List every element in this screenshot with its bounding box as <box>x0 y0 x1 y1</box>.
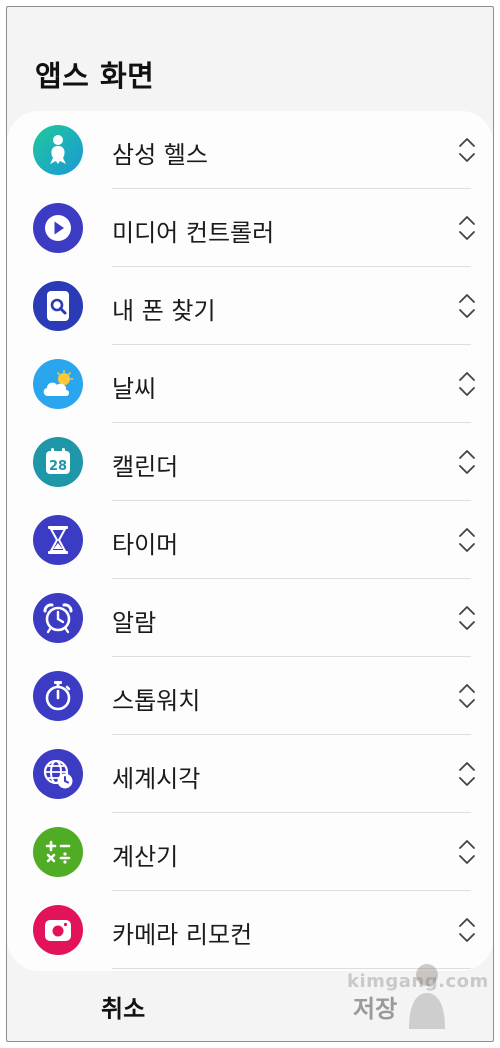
alarm-clock-icon <box>33 593 83 643</box>
watermark-text: kimgang.com <box>347 971 489 992</box>
list-item-calendar[interactable]: 28 캘린더 <box>7 423 493 501</box>
globe-clock-icon <box>33 749 83 799</box>
cancel-button[interactable]: 취소 <box>101 989 145 1024</box>
app-list: 삼성 헬스 미디어 컨트롤러 내 폰 찾기 날씨 28 캘린더 타이머 알람 스… <box>7 111 493 971</box>
play-icon <box>33 203 83 253</box>
watermark-figure <box>409 964 445 1029</box>
app-label: 미디어 컨트롤러 <box>112 219 275 247</box>
samsung-health-icon <box>33 125 83 175</box>
calendar-date-text: 28 <box>49 459 67 474</box>
screen-frame: 앱스 화면 삼성 헬스 미디어 컨트롤러 내 폰 찾기 날씨 28 캘린더 타이… <box>6 6 494 1042</box>
reorder-chevrons-icon[interactable] <box>452 369 482 399</box>
reorder-chevrons-icon[interactable] <box>452 135 482 165</box>
list-item-samsung-health[interactable]: 삼성 헬스 <box>7 111 493 189</box>
app-label: 알람 <box>112 609 157 637</box>
list-item-weather[interactable]: 날씨 <box>7 345 493 423</box>
app-label: 타이머 <box>112 531 179 559</box>
reorder-chevrons-icon[interactable] <box>452 213 482 243</box>
app-label: 카메라 리모컨 <box>112 921 253 949</box>
hourglass-icon <box>33 515 83 565</box>
camera-icon <box>33 905 83 955</box>
reorder-chevrons-icon[interactable] <box>452 291 482 321</box>
magnifier-icon <box>33 281 83 331</box>
page-title: 앱스 화면 <box>35 59 155 93</box>
reorder-chevrons-icon[interactable] <box>452 447 482 477</box>
app-label: 날씨 <box>112 375 157 403</box>
list-item-media-controller[interactable]: 미디어 컨트롤러 <box>7 189 493 267</box>
app-label: 내 폰 찾기 <box>112 297 216 325</box>
app-label: 삼성 헬스 <box>112 141 208 169</box>
list-item-alarm[interactable]: 알람 <box>7 579 493 657</box>
calendar-icon: 28 <box>33 437 83 487</box>
app-label: 캘린더 <box>112 453 179 481</box>
reorder-chevrons-icon[interactable] <box>452 525 482 555</box>
weather-icon <box>33 359 83 409</box>
reorder-chevrons-icon[interactable] <box>452 837 482 867</box>
list-item-calculator[interactable]: 계산기 <box>7 813 493 891</box>
stopwatch-icon <box>33 671 83 721</box>
list-item-world-clock[interactable]: 세계시각 <box>7 735 493 813</box>
list-item-timer[interactable]: 타이머 <box>7 501 493 579</box>
reorder-chevrons-icon[interactable] <box>452 915 482 945</box>
list-item-find-my-phone[interactable]: 내 폰 찾기 <box>7 267 493 345</box>
save-button[interactable]: 저장 <box>353 989 397 1024</box>
reorder-chevrons-icon[interactable] <box>452 759 482 789</box>
calculator-icon <box>33 827 83 877</box>
reorder-chevrons-icon[interactable] <box>452 603 482 633</box>
app-label: 스톱워치 <box>112 687 201 715</box>
app-label: 세계시각 <box>112 765 201 793</box>
list-item-stopwatch[interactable]: 스톱워치 <box>7 657 493 735</box>
reorder-chevrons-icon[interactable] <box>452 681 482 711</box>
app-label: 계산기 <box>112 843 179 871</box>
